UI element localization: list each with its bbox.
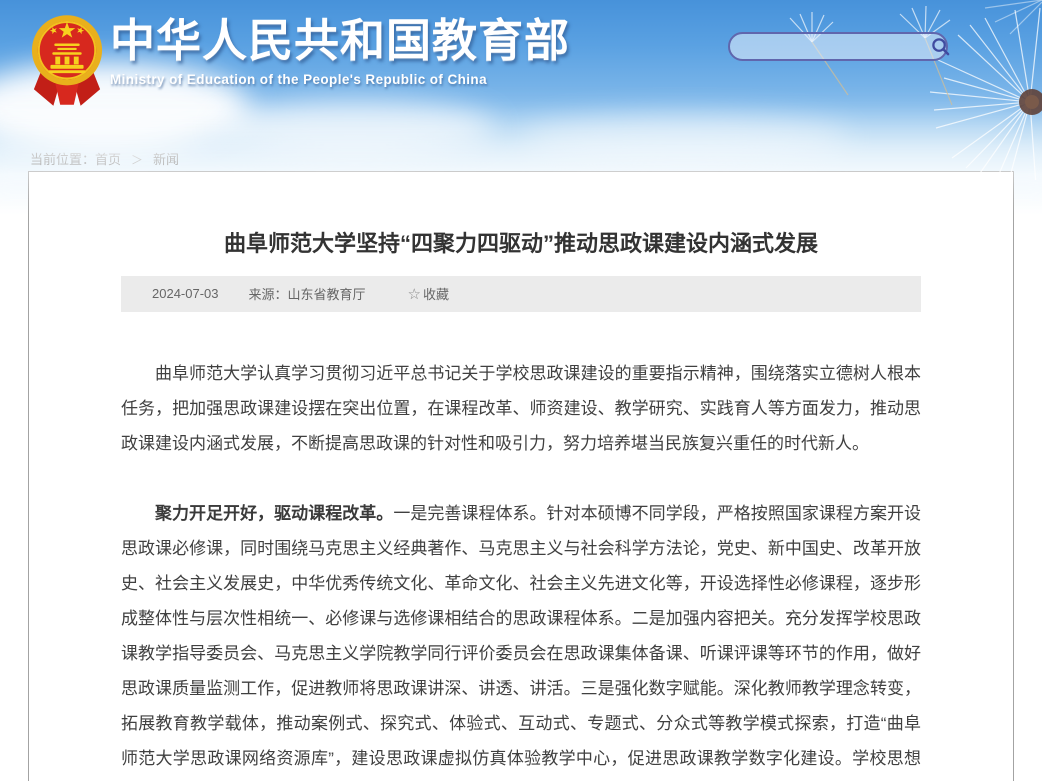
star-icon: ☆ bbox=[408, 285, 421, 303]
article-paragraph-2: 聚力开足开好，驱动课程改革。一是完善课程体系。针对本硕博不同学段，严格按照国家课… bbox=[121, 496, 921, 781]
article-date: 2024-07-03 bbox=[152, 286, 219, 301]
site-title: 中华人民共和国教育部 bbox=[110, 16, 570, 66]
search-button[interactable] bbox=[931, 34, 956, 59]
breadcrumb: 当前位置：首页 ＞ 新闻 bbox=[0, 140, 1042, 171]
source-value: 山东省教育厅 bbox=[288, 287, 366, 302]
paragraph-text: 一是完善课程体系。针对本硕博不同学段，严格按照国家课程方案开设思政课必修课，同时… bbox=[121, 504, 921, 781]
paragraph-text: 曲阜师范大学认真学习贯彻习近平总书记关于学校思政课建设的重要指示精神，围绕落实立… bbox=[121, 364, 921, 453]
article-title: 曲阜师范大学坚持“四聚力四驱动”推动思政课建设内涵式发展 bbox=[121, 229, 921, 260]
site-header: 中华人民共和国教育部 Ministry of Education of the … bbox=[0, 0, 1042, 140]
article-source: 来源：山东省教育厅 bbox=[249, 284, 366, 303]
search-icon bbox=[931, 37, 950, 56]
paragraph-lead: 聚力开足开好，驱动课程改革。 bbox=[155, 504, 393, 523]
national-emblem-icon bbox=[30, 11, 104, 109]
article-meta-bar: 2024-07-03 来源：山东省教育厅 ☆收藏 bbox=[121, 276, 921, 312]
content-panel: 曲阜师范大学坚持“四聚力四驱动”推动思政课建设内涵式发展 2024-07-03 … bbox=[28, 171, 1014, 781]
source-label: 来源： bbox=[249, 287, 288, 302]
breadcrumb-item-news[interactable]: 新闻 bbox=[153, 152, 179, 167]
site-subtitle: Ministry of Education of the People's Re… bbox=[110, 72, 570, 87]
search-input[interactable] bbox=[730, 34, 931, 59]
favorite-button[interactable]: ☆收藏 bbox=[408, 284, 449, 303]
breadcrumb-separator-icon: ＞ bbox=[131, 153, 143, 167]
breadcrumb-item-home[interactable]: 首页 bbox=[95, 152, 121, 167]
search-box[interactable] bbox=[728, 32, 948, 61]
article-body: 曲阜师范大学认真学习贯彻习近平总书记关于学校思政课建设的重要指示精神，围绕落实立… bbox=[121, 356, 921, 781]
favorite-label: 收藏 bbox=[423, 284, 449, 303]
article-paragraph-1: 曲阜师范大学认真学习贯彻习近平总书记关于学校思政课建设的重要指示精神，围绕落实立… bbox=[121, 356, 921, 461]
breadcrumb-label: 当前位置： bbox=[30, 152, 95, 167]
